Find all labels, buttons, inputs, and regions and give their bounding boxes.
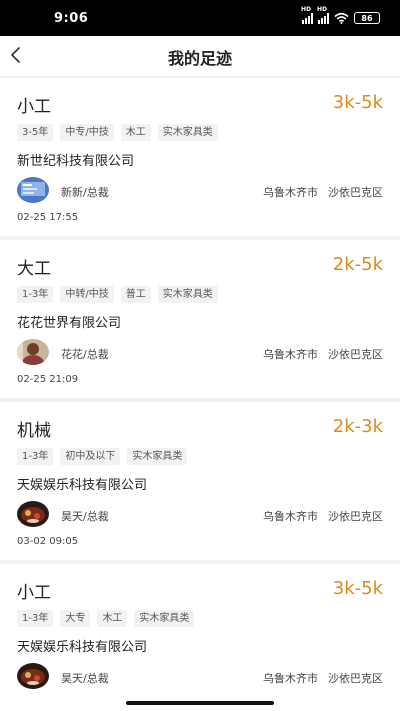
job-title: 机械	[17, 421, 51, 441]
tag: 1-3年	[17, 610, 54, 627]
status-time: 9:06	[54, 11, 89, 26]
home-indicator[interactable]	[126, 701, 274, 705]
city: 乌鲁木齐市	[263, 186, 318, 199]
tag: 实木家具类	[157, 124, 218, 141]
avatar	[17, 177, 49, 203]
signal-hd-label: HD	[301, 5, 312, 13]
location: 乌鲁木齐市 沙依巴克区	[263, 670, 383, 686]
city: 乌鲁木齐市	[263, 348, 318, 361]
tag-list: 1-3年 初中及以下 实木家具类	[17, 448, 188, 465]
recruiter: 新新/总裁	[61, 186, 109, 199]
tag: 实木家具类	[157, 286, 218, 303]
location: 乌鲁木齐市 沙依巴克区	[263, 508, 383, 524]
job-title: 小工	[17, 583, 51, 603]
tag: 普工	[120, 286, 151, 303]
tag: 3-5年	[17, 124, 54, 141]
company-name: 新世纪科技有限公司	[17, 154, 135, 169]
job-card[interactable]: 机械 2k-3k 1-3年 初中及以下 实木家具类 天娱娱乐科技有限公司 昊天/…	[0, 402, 400, 560]
signal-icon-2: HD	[317, 6, 329, 24]
avatar	[17, 501, 49, 527]
city: 乌鲁木齐市	[263, 672, 318, 685]
tag: 中专/中技	[60, 124, 114, 141]
tag: 初中及以下	[60, 448, 121, 465]
district: 沙依巴克区	[328, 186, 383, 199]
tag-list: 1-3年 中转/中技 普工 实木家具类	[17, 286, 218, 303]
recruiter: 花花/总裁	[61, 348, 109, 361]
company-name: 天娱娱乐科技有限公司	[17, 478, 148, 493]
city: 乌鲁木齐市	[263, 510, 318, 523]
view-time: 03-02 09:05	[17, 536, 79, 547]
company-name: 花花世界有限公司	[17, 316, 122, 331]
salary: 2k-5k	[332, 254, 383, 275]
page-title: 我的足迹	[167, 49, 232, 68]
tag-list: 1-3年 大专 木工 实木家具类	[17, 610, 195, 627]
tag: 大专	[60, 610, 91, 627]
status-bar: 9:06 HD HD 86	[0, 0, 400, 36]
job-card[interactable]: 小工 3k-5k 3-5年 中专/中技 木工 实木家具类 新世纪科技有限公司 新…	[0, 78, 400, 236]
signal-icon: HD	[301, 6, 313, 24]
salary: 3k-5k	[332, 578, 383, 599]
tag: 木工	[120, 124, 151, 141]
job-card[interactable]: 小工 3k-5k 1-3年 大专 木工 实木家具类 天娱娱乐科技有限公司 昊天/…	[0, 564, 400, 711]
district: 沙依巴克区	[328, 672, 383, 685]
tag-list: 3-5年 中专/中技 木工 实木家具类	[17, 124, 218, 141]
avatar	[17, 339, 49, 365]
view-time: 02-25 17:55	[17, 212, 79, 223]
recruiter: 昊天/总裁	[61, 672, 109, 685]
tag: 实木家具类	[134, 610, 195, 627]
tag: 1-3年	[17, 286, 54, 303]
job-title: 大工	[17, 259, 51, 279]
salary: 3k-5k	[332, 92, 383, 113]
wifi-icon	[334, 12, 349, 24]
tag: 中转/中技	[60, 286, 114, 303]
signal-hd-label-2: HD	[317, 5, 328, 13]
salary: 2k-3k	[332, 416, 383, 437]
tag: 实木家具类	[127, 448, 188, 465]
district: 沙依巴克区	[328, 348, 383, 361]
tag: 木工	[97, 610, 128, 627]
battery-icon: 86	[354, 12, 380, 24]
recruiter: 昊天/总裁	[61, 510, 109, 523]
avatar	[17, 663, 49, 689]
location: 乌鲁木齐市 沙依巴克区	[263, 346, 383, 362]
district: 沙依巴克区	[328, 510, 383, 523]
job-title: 小工	[17, 97, 51, 117]
location: 乌鲁木齐市 沙依巴克区	[263, 184, 383, 200]
view-time: 02-25 21:09	[17, 374, 79, 385]
nav-bar: 我的足迹	[0, 36, 400, 76]
company-name: 天娱娱乐科技有限公司	[17, 640, 148, 655]
job-card[interactable]: 大工 2k-5k 1-3年 中转/中技 普工 实木家具类 花花世界有限公司 花花…	[0, 240, 400, 398]
status-icons: HD HD 86	[301, 6, 380, 25]
tag: 1-3年	[17, 448, 54, 465]
